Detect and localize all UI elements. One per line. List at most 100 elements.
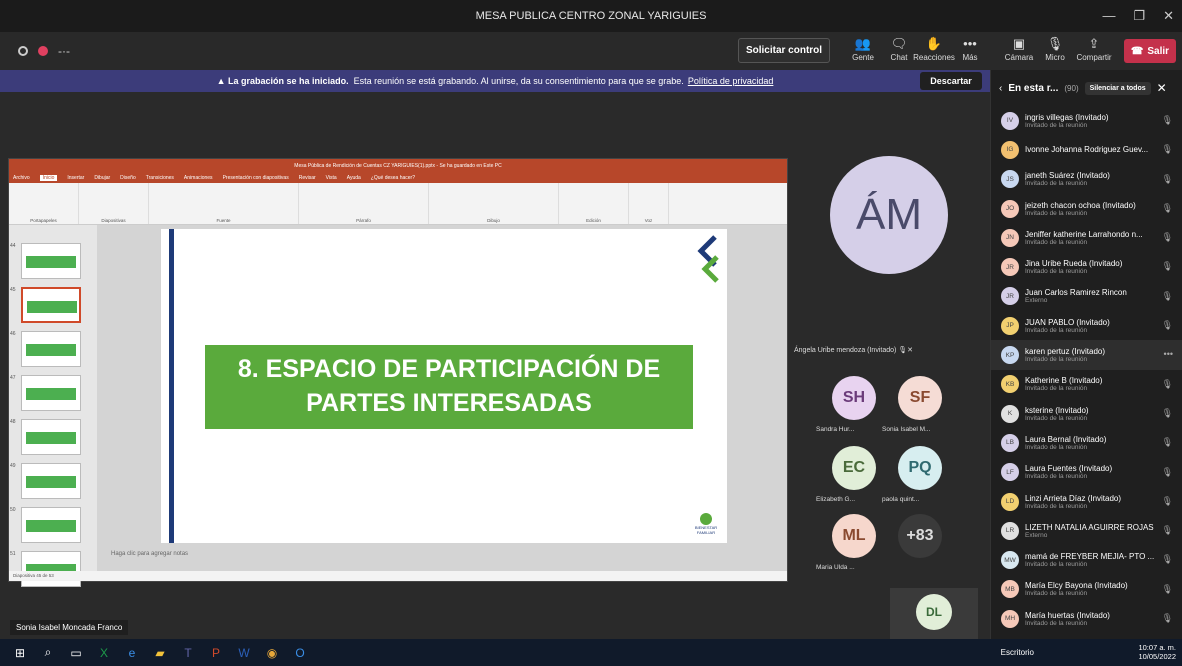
slide-thumbnail[interactable] xyxy=(21,551,81,587)
participant-name: Jeniffer katherine Larrahondo n... xyxy=(1025,229,1143,239)
mic-off-icon[interactable]: 🎙 xyxy=(1162,496,1173,507)
slide-thumbnail[interactable] xyxy=(21,331,81,367)
mic-off-icon[interactable]: 🎙 xyxy=(1162,554,1173,565)
participant-name: Linzi Arrieta Díaz (Invitado) xyxy=(1025,493,1122,503)
mic-off-icon[interactable]: 🎙 xyxy=(1162,203,1173,214)
ppt-tab[interactable]: ¿Qué desea hacer? xyxy=(371,175,415,181)
mic-off-icon[interactable]: 🎙 xyxy=(1162,525,1173,536)
windows-start-icon[interactable]: ⊞ xyxy=(6,646,34,660)
participant-row[interactable]: MB María Elcy Bayona (Invitado) Invitado d… xyxy=(991,575,1182,604)
participant-row[interactable]: KP karen pertuz (Invitado) Invitado de la … xyxy=(991,340,1182,370)
leave-button[interactable]: ☎ Salir xyxy=(1124,39,1176,63)
participant-row[interactable]: JR Jina Uribe Rueda (Invitado) Invitado de… xyxy=(991,252,1182,281)
people-button[interactable]: 👥 Gente xyxy=(848,35,878,62)
close-icon[interactable]: ✕ xyxy=(1163,8,1174,24)
participant-name: Ivonne Johanna Rodriguez Guev... xyxy=(1025,145,1149,155)
participant-row[interactable]: JR Juan Carlos Ramirez Rincon Externo 🎙 xyxy=(991,282,1182,311)
self-avatar: DL xyxy=(916,594,952,630)
mic-off-icon[interactable]: 🎙 xyxy=(1162,115,1173,126)
ppt-tab[interactable]: Ayuda xyxy=(347,175,361,181)
participant-name: María huertas (Invitado) xyxy=(1025,610,1110,620)
more-button[interactable]: ••• Más xyxy=(955,35,985,62)
ppt-tab[interactable]: Diseño xyxy=(120,175,136,181)
participant-row[interactable]: IG Ivonne Johanna Rodriguez Guev... 🎙 xyxy=(991,135,1182,164)
mic-off-icon[interactable]: 🎙 xyxy=(1162,613,1173,624)
edge-icon[interactable]: e xyxy=(118,646,146,660)
participant-row[interactable]: LB Laura Bernal (Invitado) Invitado de la … xyxy=(991,428,1182,457)
participant-row[interactable]: MW mamá de FREYBER MEJIA- PTO ... Invitado… xyxy=(991,545,1182,574)
mic-off-icon[interactable]: 🎙 xyxy=(1162,437,1173,448)
privacy-link[interactable]: Política de privacidad xyxy=(688,76,774,86)
teams-icon[interactable]: T xyxy=(174,646,202,660)
mic-off-icon[interactable]: 🎙 xyxy=(1162,174,1173,185)
recording-icon xyxy=(38,46,48,56)
outlook-icon[interactable]: O xyxy=(286,646,314,660)
mic-off-icon[interactable]: 🎙 xyxy=(1162,584,1173,595)
minimize-icon[interactable]: — xyxy=(1102,8,1115,24)
chevron-left-icon[interactable]: ‹ xyxy=(999,83,1002,94)
slide-thumbnail[interactable] xyxy=(21,419,81,455)
window-controls: — ❐ ✕ xyxy=(1102,8,1174,24)
excel-icon[interactable]: X xyxy=(90,646,118,660)
ppt-tab[interactable]: Inicio xyxy=(39,175,58,181)
slide-thumbnail[interactable] xyxy=(21,463,81,499)
participant-row[interactable]: LD Linzi Arrieta Díaz (Invitado) Invitado … xyxy=(991,487,1182,516)
chrome-icon[interactable]: ◉ xyxy=(258,646,286,660)
hand-icon: ✋ xyxy=(925,36,943,51)
clock[interactable]: 10:07 a. m. 10/05/2022 xyxy=(1138,643,1176,661)
participant-row[interactable]: IV ingris villegas (Invitado) Invitado de … xyxy=(991,106,1182,135)
slide-thumbnail[interactable] xyxy=(21,507,81,543)
participant-name: karen pertuz (Invitado) xyxy=(1025,347,1106,357)
ppt-tab[interactable]: Insertar xyxy=(67,175,84,181)
participant-row[interactable]: LF Laura Fuentes (Invitado) Invitado de la… xyxy=(991,458,1182,487)
mic-off-icon[interactable]: 🎙 xyxy=(1162,261,1173,272)
participant-row[interactable]: JO jeizeth chacon ochoa (Invitado) Invitad… xyxy=(991,194,1182,223)
mute-all-button[interactable]: Silenciar a todos xyxy=(1084,81,1151,95)
reactions-button[interactable]: ✋ Reacciones xyxy=(913,35,955,62)
chat-button[interactable]: 🗨 Chat xyxy=(884,35,914,62)
ppt-tab[interactable]: Animaciones xyxy=(184,175,213,181)
ppt-tab[interactable]: Archivo xyxy=(13,175,30,181)
participant-row[interactable]: Kksterine (Invitado) Invitado de la reuni… xyxy=(991,399,1182,428)
mic-off-icon[interactable]: 🎙 xyxy=(1162,408,1173,419)
ppt-tab[interactable]: Vista xyxy=(326,175,337,181)
participant-row[interactable]: KB Katherine B (Invitado) Invitado de la r… xyxy=(991,370,1182,399)
mic-off-icon[interactable]: 🎙 xyxy=(1162,379,1173,390)
share-button[interactable]: ⇪ Compartir xyxy=(1074,35,1114,62)
participant-avatar: +83 xyxy=(898,514,942,558)
mic-off-icon[interactable]: 🎙 xyxy=(1162,144,1173,155)
participant-row[interactable]: JP JUAN PABLO (Invitado) Invitado de la re… xyxy=(991,311,1182,340)
participant-row[interactable]: LR LIZETH NATALIA AGUIRRE ROJAS Externo 🎙 xyxy=(991,516,1182,545)
participant-row[interactable]: JS janeth Suárez (Invitado) Invitado de la… xyxy=(991,165,1182,194)
participant-name: jeizeth chacon ochoa (Invitado) xyxy=(1025,200,1136,210)
desktop-label[interactable]: Escritorio xyxy=(1001,648,1034,657)
mic-button[interactable]: 🎙 Micro xyxy=(1040,35,1070,62)
more-options-icon[interactable]: ••• xyxy=(1164,349,1173,359)
request-control-button[interactable]: Solicitar control xyxy=(738,38,830,63)
slide-thumbnail[interactable] xyxy=(21,375,81,411)
ppt-tab[interactable]: Revisar xyxy=(299,175,316,181)
maximize-icon[interactable]: ❐ xyxy=(1133,8,1145,24)
participant-row[interactable]: MH María huertas (Invitado) Invitado de la… xyxy=(991,604,1182,633)
slide-thumbnail[interactable] xyxy=(21,243,81,279)
ppt-tab[interactable]: Presentación con diapositivas xyxy=(223,175,289,181)
mic-off-icon[interactable]: 🎙 xyxy=(1162,320,1173,331)
close-icon[interactable]: ✕ xyxy=(1157,81,1167,95)
mic-off-icon[interactable]: 🎙 xyxy=(1162,291,1173,302)
ppt-tab[interactable]: Dibujar xyxy=(94,175,110,181)
ppt-tab[interactable]: Transiciones xyxy=(146,175,174,181)
mic-off-icon[interactable]: 🎙 xyxy=(1162,232,1173,243)
word-icon[interactable]: W xyxy=(230,646,258,660)
participant-name: ingris villegas (Invitado) xyxy=(1025,112,1109,122)
file-explorer-icon[interactable]: ▰ xyxy=(146,646,174,660)
camera-button[interactable]: ▣ Cámara xyxy=(1004,35,1034,62)
slide-number: 48 xyxy=(10,419,16,425)
notes-pane[interactable]: Haga clic para agregar notas xyxy=(111,551,188,557)
dismiss-button[interactable]: Descartar xyxy=(920,72,982,90)
slide-thumbnail[interactable] xyxy=(21,287,81,323)
search-icon[interactable]: ⌕ xyxy=(34,645,62,660)
participant-row[interactable]: JN Jeniffer katherine Larrahondo n... Invi… xyxy=(991,223,1182,252)
task-view-icon[interactable]: ▭ xyxy=(62,646,90,660)
mic-off-icon[interactable]: 🎙 xyxy=(1162,467,1173,478)
powerpoint-icon[interactable]: P xyxy=(202,646,230,660)
